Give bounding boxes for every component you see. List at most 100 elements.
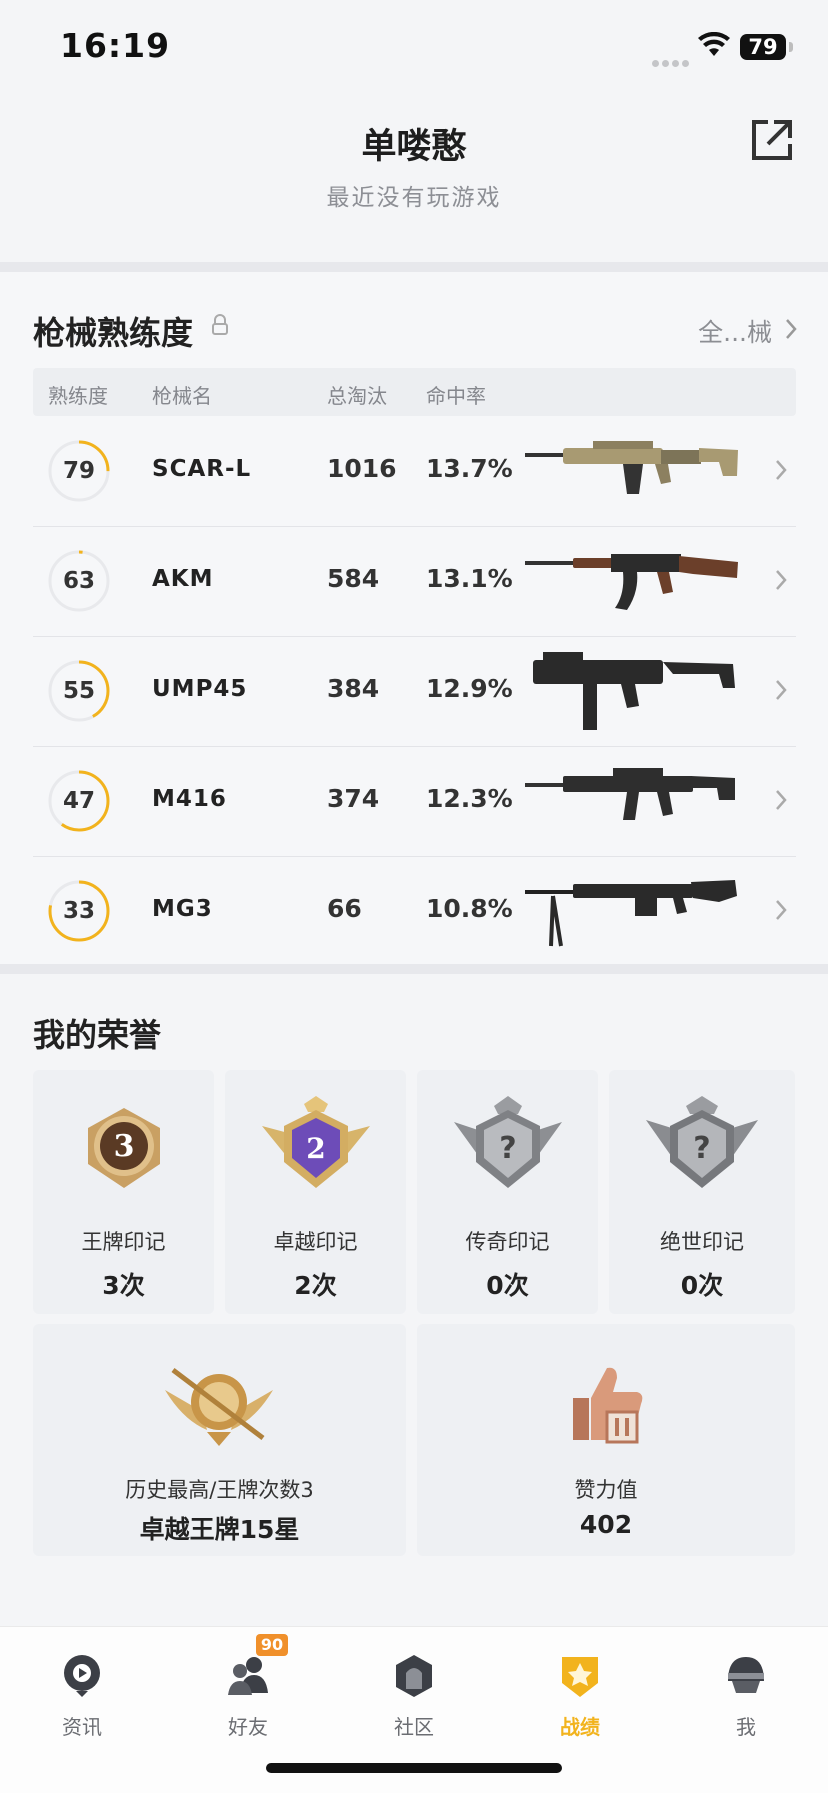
tab-friends[interactable]: 好友 <box>188 1641 308 1741</box>
weapon-name: AKM <box>152 566 214 592</box>
peerless-mark-badge-icon: ? <box>646 1096 758 1188</box>
chevron-right-icon[interactable] <box>774 678 788 702</box>
weapon-table-header: 熟练度 枪械名 总淘汰 命中率 <box>33 368 796 416</box>
tab-label: 社区 <box>394 1715 434 1739</box>
svg-text:?: ? <box>693 1131 710 1166</box>
battery-tip <box>789 42 793 52</box>
honors-title: 我的荣誉 <box>33 1016 162 1054</box>
tab-label: 战绩 <box>560 1715 600 1739</box>
honor-label: 绝世印记 <box>660 1230 744 1254</box>
honor-label: 传奇印记 <box>465 1230 550 1254</box>
weapon-row[interactable]: 47 M416 374 12.3% <box>33 746 796 857</box>
highest-rank-badge-icon <box>165 1368 273 1446</box>
chevron-right-icon[interactable] <box>774 788 788 812</box>
tab-label: 资讯 <box>62 1715 102 1739</box>
player-name: 单喽憨 <box>361 127 467 167</box>
me-icon <box>728 1657 764 1693</box>
mastery-level: 47 <box>62 788 95 814</box>
weapon-accuracy: 12.3% <box>426 784 513 813</box>
thumbs-up-icon <box>573 1367 643 1444</box>
honor-card-peerless[interactable]: ? 绝世印记 0次 <box>609 1070 795 1314</box>
honor-label: 卓越印记 <box>273 1230 358 1254</box>
honor-label: 王牌印记 <box>81 1230 166 1254</box>
svg-text:3: 3 <box>114 1129 135 1164</box>
legend-mark-badge-icon: ? <box>454 1096 562 1188</box>
honor-value: 402 <box>579 1510 633 1539</box>
excellent-mark-badge-icon: 2 <box>262 1096 370 1188</box>
weapon-name: SCAR-L <box>152 456 252 482</box>
weapon-row[interactable]: 55 UMP45 384 12.9% <box>33 636 796 747</box>
honor-card-excellent[interactable]: 2 卓越印记 2次 <box>225 1070 406 1314</box>
weapon-name: MG3 <box>152 896 213 922</box>
honor-value: 2次 <box>294 1271 337 1300</box>
svg-text:2: 2 <box>306 1132 325 1165</box>
wifi-icon <box>698 32 730 56</box>
player-status: 最近没有玩游戏 <box>326 185 502 211</box>
tab-community[interactable]: 社区 <box>354 1641 474 1741</box>
weapon-accuracy: 12.9% <box>426 674 513 703</box>
weapon-row[interactable]: 63 AKM 584 13.1% <box>33 526 796 637</box>
chevron-right-icon[interactable] <box>774 458 788 482</box>
cellular-signal-icon <box>652 52 692 67</box>
mastery-level: 55 <box>62 678 95 704</box>
home-indicator[interactable] <box>266 1763 562 1773</box>
record-icon <box>562 1657 598 1697</box>
lock-icon <box>212 314 228 335</box>
col-weapon-name: 枪械名 <box>152 384 212 408</box>
mastery-level: 33 <box>62 898 95 924</box>
tab-me[interactable]: 我 <box>686 1641 806 1741</box>
akm-rifle-icon <box>525 554 738 610</box>
weapon-name: UMP45 <box>152 676 248 702</box>
honor-label: 赞力值 <box>574 1478 638 1502</box>
weapon-accuracy: 13.1% <box>426 564 513 593</box>
col-mastery: 熟练度 <box>48 384 108 408</box>
tab-label: 好友 <box>228 1715 268 1739</box>
section-divider <box>0 262 828 272</box>
m416-rifle-icon <box>525 768 735 820</box>
honor-value: 3次 <box>102 1271 145 1300</box>
section-divider <box>0 964 828 974</box>
weapon-kills: 1016 <box>327 454 397 483</box>
chevron-right-icon[interactable] <box>784 317 798 341</box>
scar-l-rifle-icon <box>525 441 738 494</box>
share-icon[interactable] <box>748 116 796 164</box>
see-all-weapons-link[interactable]: 全...械 <box>698 313 772 349</box>
friends-icon <box>228 1657 268 1695</box>
svg-text:?: ? <box>499 1131 516 1166</box>
weapon-accuracy: 10.8% <box>426 894 513 923</box>
weapon-mastery-title: 枪械熟练度 <box>33 314 194 352</box>
news-icon <box>64 1655 100 1697</box>
weapon-row[interactable]: 33 MG3 66 10.8% <box>33 856 796 966</box>
status-bar: 16:19 79 <box>0 0 828 96</box>
ump45-smg-icon <box>533 652 735 730</box>
honor-value: 卓越王牌15星 <box>139 1515 300 1544</box>
honor-card-legend[interactable]: ? 传奇印记 0次 <box>417 1070 598 1314</box>
weapon-kills: 384 <box>327 674 380 703</box>
col-accuracy: 命中率 <box>426 384 486 408</box>
battery-icon: 79 <box>740 34 786 60</box>
chevron-right-icon[interactable] <box>774 568 788 592</box>
weapon-accuracy: 13.7% <box>426 454 513 483</box>
honor-value: 0次 <box>486 1271 529 1300</box>
honor-value: 0次 <box>680 1271 724 1300</box>
honor-card-highest-rank[interactable]: 历史最高/王牌次数3 卓越王牌15星 <box>33 1324 406 1556</box>
weapon-row[interactable]: 79 SCAR-L 1016 13.7% <box>33 416 796 527</box>
ace-mark-badge-icon: 3 <box>88 1108 160 1188</box>
honor-label: 历史最高/王牌次数3 <box>125 1478 314 1502</box>
chevron-right-icon[interactable] <box>774 898 788 922</box>
honor-card-ace[interactable]: 3 王牌印记 3次 <box>33 1070 214 1314</box>
tab-news[interactable]: 资讯 <box>22 1641 142 1741</box>
clock: 16:19 <box>60 26 171 65</box>
tab-records[interactable]: 战绩 <box>520 1641 640 1741</box>
community-icon <box>396 1655 432 1697</box>
weapon-kills: 374 <box>327 784 380 813</box>
mg3-lmg-icon <box>525 880 737 947</box>
weapon-kills: 584 <box>327 564 380 593</box>
col-total-kills: 总淘汰 <box>327 384 387 408</box>
weapon-kills: 66 <box>327 894 362 923</box>
tab-label: 我 <box>736 1715 756 1739</box>
mastery-level: 79 <box>62 458 95 484</box>
mastery-level: 63 <box>62 568 95 594</box>
weapon-name: M416 <box>152 786 227 812</box>
honor-card-likes[interactable]: 赞力值 402 <box>417 1324 795 1556</box>
